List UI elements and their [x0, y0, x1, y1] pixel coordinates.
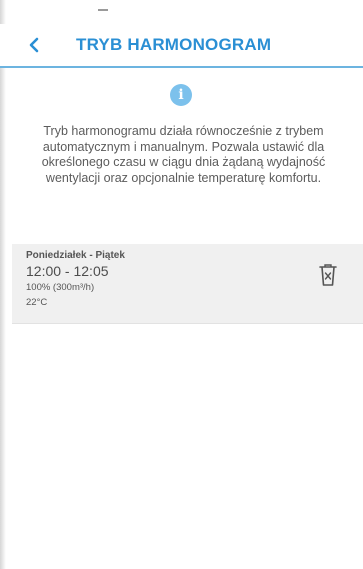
chevron-left-icon	[29, 37, 39, 53]
schedule-temperature: 22°C	[26, 297, 48, 308]
back-button[interactable]	[24, 35, 44, 55]
schedule-airflow: 100% (300m³/h)	[26, 282, 95, 293]
mode-description: Tryb harmonogramu działa równocześnie z …	[41, 124, 326, 185]
schedule-time: 12:00 - 12:05	[26, 263, 109, 279]
edge-shadow	[0, 0, 6, 569]
schedule-days: Poniedziałek - Piątek	[26, 250, 125, 261]
trash-icon	[319, 264, 337, 286]
schedule-item[interactable]: Poniedziałek - Piątek 12:00 - 12:05 100%…	[12, 244, 363, 324]
info-icon: i	[170, 84, 192, 106]
status-bar-indicator	[98, 9, 108, 11]
delete-schedule-button[interactable]	[317, 262, 339, 288]
app-screen: TRYB HARMONOGRAM i Tryb harmonogramu dzi…	[0, 0, 363, 569]
page-title: TRYB HARMONOGRAM	[76, 35, 272, 54]
app-header: TRYB HARMONOGRAM	[0, 24, 363, 68]
